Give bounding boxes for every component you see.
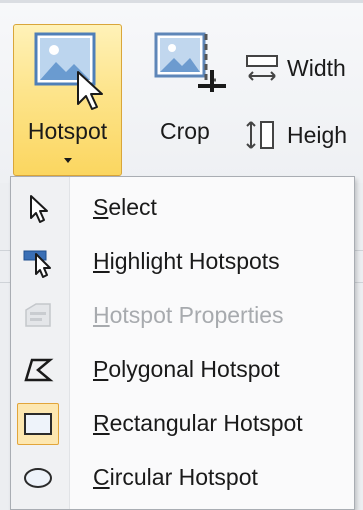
height-label: Heigh xyxy=(287,121,348,148)
hotspot-button-label: Hotspot xyxy=(27,118,108,144)
height-icon xyxy=(246,121,274,149)
width-label: Width xyxy=(287,54,346,81)
menu-item-hotspot-properties[interactable]: Hotspot Properties xyxy=(11,289,354,343)
crop-icon xyxy=(154,32,226,92)
crop-button[interactable]: Crop xyxy=(150,25,230,165)
ellipse-icon xyxy=(24,468,52,488)
rectangle-icon xyxy=(24,413,52,435)
width-icon xyxy=(246,55,278,81)
menu-item-polygonal-hotspot[interactable]: Polygonal Hotspot xyxy=(11,343,354,397)
crop-button-label: Crop xyxy=(160,118,210,144)
hotspot-image-icon xyxy=(34,32,103,110)
hotspot-button[interactable]: Hotspot xyxy=(13,24,122,176)
menu-item-circular-hotspot[interactable]: Circular Hotspot xyxy=(11,451,354,505)
highlight-hotspots-icon xyxy=(23,250,51,278)
select-cursor-icon xyxy=(30,195,48,223)
ribbon: Hotspot Crop Width Heigh xyxy=(0,0,363,183)
menu-item-rectangular-hotspot[interactable]: Rectangular Hotspot xyxy=(11,397,354,451)
chevron-down-icon xyxy=(64,158,72,163)
width-field[interactable]: Width xyxy=(243,51,346,85)
polygon-icon xyxy=(24,358,54,382)
menu-item-highlight-hotspots[interactable]: Highlight Hotspots xyxy=(11,235,354,289)
hotspot-dropdown-menu: Select Highlight Hotspots Hotspot Proper… xyxy=(10,176,355,510)
height-field[interactable]: Heigh xyxy=(243,118,347,152)
hotspot-properties-icon xyxy=(25,303,51,327)
menu-item-select[interactable]: Select xyxy=(11,181,354,235)
